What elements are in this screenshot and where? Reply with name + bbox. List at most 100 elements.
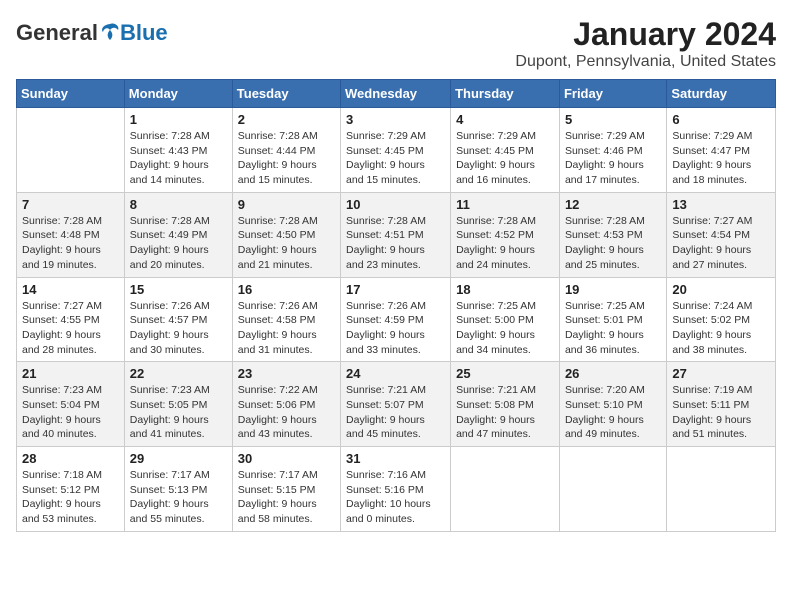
day-number: 6 [672, 112, 770, 127]
calendar-week-row: 14Sunrise: 7:27 AMSunset: 4:55 PMDayligh… [17, 277, 776, 362]
day-number: 10 [346, 197, 445, 212]
day-number: 4 [456, 112, 554, 127]
calendar-cell: 16 Sunrise: 7:26 AMSunset: 4:58 PMDayligh… [232, 277, 340, 362]
day-info: Sunrise: 7:24 AMSunset: 5:02 PMDaylight:… [672, 299, 770, 358]
day-info: Sunrise: 7:20 AMSunset: 5:10 PMDaylight:… [565, 383, 661, 442]
logo-general-text: General [16, 20, 98, 46]
calendar-cell: 12 Sunrise: 7:28 AMSunset: 4:53 PMDayligh… [559, 192, 666, 277]
calendar-cell: 15 Sunrise: 7:26 AMSunset: 4:57 PMDayligh… [124, 277, 232, 362]
logo-bird-icon [100, 22, 120, 44]
calendar-week-row: 1 Sunrise: 7:28 AMSunset: 4:43 PMDaylight… [17, 108, 776, 193]
calendar-cell: 11 Sunrise: 7:28 AMSunset: 4:52 PMDayligh… [451, 192, 560, 277]
logo-blue-text: Blue [120, 20, 168, 46]
calendar-cell [451, 447, 560, 532]
day-info: Sunrise: 7:18 AMSunset: 5:12 PMDaylight:… [22, 468, 119, 527]
calendar-week-row: 28 Sunrise: 7:18 AMSunset: 5:12 PMDayligh… [17, 447, 776, 532]
day-info: Sunrise: 7:26 AMSunset: 4:58 PMDaylight:… [238, 299, 335, 358]
calendar-cell: 17 Sunrise: 7:26 AMSunset: 4:59 PMDayligh… [341, 277, 451, 362]
calendar-cell: 24Sunrise: 7:21 AMSunset: 5:07 PMDayligh… [341, 362, 451, 447]
day-info: Sunrise: 7:28 AMSunset: 4:49 PMDaylight:… [130, 214, 227, 273]
calendar-col-header: Saturday [667, 80, 776, 108]
day-info: Sunrise: 7:27 AMSunset: 4:54 PMDaylight:… [672, 214, 770, 273]
day-number: 1 [130, 112, 227, 127]
day-info: Sunrise: 7:17 AMSunset: 5:13 PMDaylight:… [130, 468, 227, 527]
page-title: January 2024 [515, 16, 776, 53]
day-info: Sunrise: 7:28 AMSunset: 4:43 PMDaylight:… [130, 129, 227, 188]
calendar-cell: 22Sunrise: 7:23 AMSunset: 5:05 PMDayligh… [124, 362, 232, 447]
day-number: 16 [238, 282, 335, 297]
day-info: Sunrise: 7:26 AMSunset: 4:59 PMDaylight:… [346, 299, 445, 358]
calendar-cell: 1 Sunrise: 7:28 AMSunset: 4:43 PMDaylight… [124, 108, 232, 193]
calendar-week-row: 21 Sunrise: 7:23 AMSunset: 5:04 PMDayligh… [17, 362, 776, 447]
calendar-cell: 28 Sunrise: 7:18 AMSunset: 5:12 PMDayligh… [17, 447, 125, 532]
calendar-cell: 21 Sunrise: 7:23 AMSunset: 5:04 PMDayligh… [17, 362, 125, 447]
logo: General Blue [16, 20, 168, 46]
calendar-cell: 18 Sunrise: 7:25 AMSunset: 5:00 PMDayligh… [451, 277, 560, 362]
day-number: 12 [565, 197, 661, 212]
calendar-cell: 26 Sunrise: 7:20 AMSunset: 5:10 PMDayligh… [559, 362, 666, 447]
day-number: 18 [456, 282, 554, 297]
day-info: Sunrise: 7:29 AMSunset: 4:45 PMDaylight:… [346, 129, 445, 188]
day-info: Sunrise: 7:28 AMSunset: 4:52 PMDaylight:… [456, 214, 554, 273]
day-info: Sunrise: 7:28 AMSunset: 4:51 PMDaylight:… [346, 214, 445, 273]
day-number: 15 [130, 282, 227, 297]
calendar-cell: 5 Sunrise: 7:29 AMSunset: 4:46 PMDaylight… [559, 108, 666, 193]
day-number: 31 [346, 451, 445, 466]
day-number: 25 [456, 366, 554, 381]
day-info: Sunrise: 7:29 AMSunset: 4:45 PMDaylight:… [456, 129, 554, 188]
day-number: 13 [672, 197, 770, 212]
day-info: Sunrise: 7:21 AMSunset: 5:07 PMDaylight:… [346, 383, 445, 442]
calendar-cell: 23 Sunrise: 7:22 AMSunset: 5:06 PMDayligh… [232, 362, 340, 447]
day-number: 20 [672, 282, 770, 297]
calendar-col-header: Monday [124, 80, 232, 108]
day-number: 5 [565, 112, 661, 127]
calendar-col-header: Tuesday [232, 80, 340, 108]
day-info: Sunrise: 7:23 AMSunset: 5:04 PMDaylight:… [22, 383, 119, 442]
calendar-col-header: Thursday [451, 80, 560, 108]
day-number: 21 [22, 366, 119, 381]
calendar-cell: 25Sunrise: 7:21 AMSunset: 5:08 PMDayligh… [451, 362, 560, 447]
calendar-table: SundayMondayTuesdayWednesdayThursdayFrid… [16, 79, 776, 532]
page-header: General Blue January 2024 Dupont, Pennsy… [16, 16, 776, 71]
day-number: 29 [130, 451, 227, 466]
calendar-cell: 2 Sunrise: 7:28 AMSunset: 4:44 PMDaylight… [232, 108, 340, 193]
day-info: Sunrise: 7:28 AMSunset: 4:50 PMDaylight:… [238, 214, 335, 273]
calendar-cell: 19Sunrise: 7:25 AMSunset: 5:01 PMDayligh… [559, 277, 666, 362]
calendar-header-row: SundayMondayTuesdayWednesdayThursdayFrid… [17, 80, 776, 108]
calendar-cell: 14Sunrise: 7:27 AMSunset: 4:55 PMDayligh… [17, 277, 125, 362]
day-number: 11 [456, 197, 554, 212]
calendar-cell: 4 Sunrise: 7:29 AMSunset: 4:45 PMDaylight… [451, 108, 560, 193]
day-info: Sunrise: 7:28 AMSunset: 4:53 PMDaylight:… [565, 214, 661, 273]
day-number: 28 [22, 451, 119, 466]
calendar-cell: 20 Sunrise: 7:24 AMSunset: 5:02 PMDayligh… [667, 277, 776, 362]
day-info: Sunrise: 7:19 AMSunset: 5:11 PMDaylight:… [672, 383, 770, 442]
day-number: 27 [672, 366, 770, 381]
calendar-col-header: Sunday [17, 80, 125, 108]
day-number: 2 [238, 112, 335, 127]
day-info: Sunrise: 7:29 AMSunset: 4:46 PMDaylight:… [565, 129, 661, 188]
day-info: Sunrise: 7:25 AMSunset: 5:00 PMDaylight:… [456, 299, 554, 358]
calendar-week-row: 7Sunrise: 7:28 AMSunset: 4:48 PMDaylight… [17, 192, 776, 277]
calendar-cell: 7Sunrise: 7:28 AMSunset: 4:48 PMDaylight… [17, 192, 125, 277]
calendar-cell: 9Sunrise: 7:28 AMSunset: 4:50 PMDaylight… [232, 192, 340, 277]
day-number: 23 [238, 366, 335, 381]
day-info: Sunrise: 7:26 AMSunset: 4:57 PMDaylight:… [130, 299, 227, 358]
day-info: Sunrise: 7:23 AMSunset: 5:05 PMDaylight:… [130, 383, 227, 442]
day-number: 26 [565, 366, 661, 381]
page-subtitle: Dupont, Pennsylvania, United States [515, 53, 776, 71]
calendar-cell: 13 Sunrise: 7:27 AMSunset: 4:54 PMDayligh… [667, 192, 776, 277]
calendar-cell: 10 Sunrise: 7:28 AMSunset: 4:51 PMDayligh… [341, 192, 451, 277]
calendar-col-header: Wednesday [341, 80, 451, 108]
calendar-cell: 27 Sunrise: 7:19 AMSunset: 5:11 PMDayligh… [667, 362, 776, 447]
day-info: Sunrise: 7:29 AMSunset: 4:47 PMDaylight:… [672, 129, 770, 188]
calendar-cell: 3Sunrise: 7:29 AMSunset: 4:45 PMDaylight… [341, 108, 451, 193]
calendar-cell: 31 Sunrise: 7:16 AMSunset: 5:16 PMDayligh… [341, 447, 451, 532]
day-number: 8 [130, 197, 227, 212]
day-info: Sunrise: 7:28 AMSunset: 4:44 PMDaylight:… [238, 129, 335, 188]
day-info: Sunrise: 7:22 AMSunset: 5:06 PMDaylight:… [238, 383, 335, 442]
calendar-cell: 30Sunrise: 7:17 AMSunset: 5:15 PMDayligh… [232, 447, 340, 532]
day-number: 19 [565, 282, 661, 297]
day-info: Sunrise: 7:16 AMSunset: 5:16 PMDaylight:… [346, 468, 445, 527]
calendar-cell: 6 Sunrise: 7:29 AMSunset: 4:47 PMDaylight… [667, 108, 776, 193]
day-number: 17 [346, 282, 445, 297]
